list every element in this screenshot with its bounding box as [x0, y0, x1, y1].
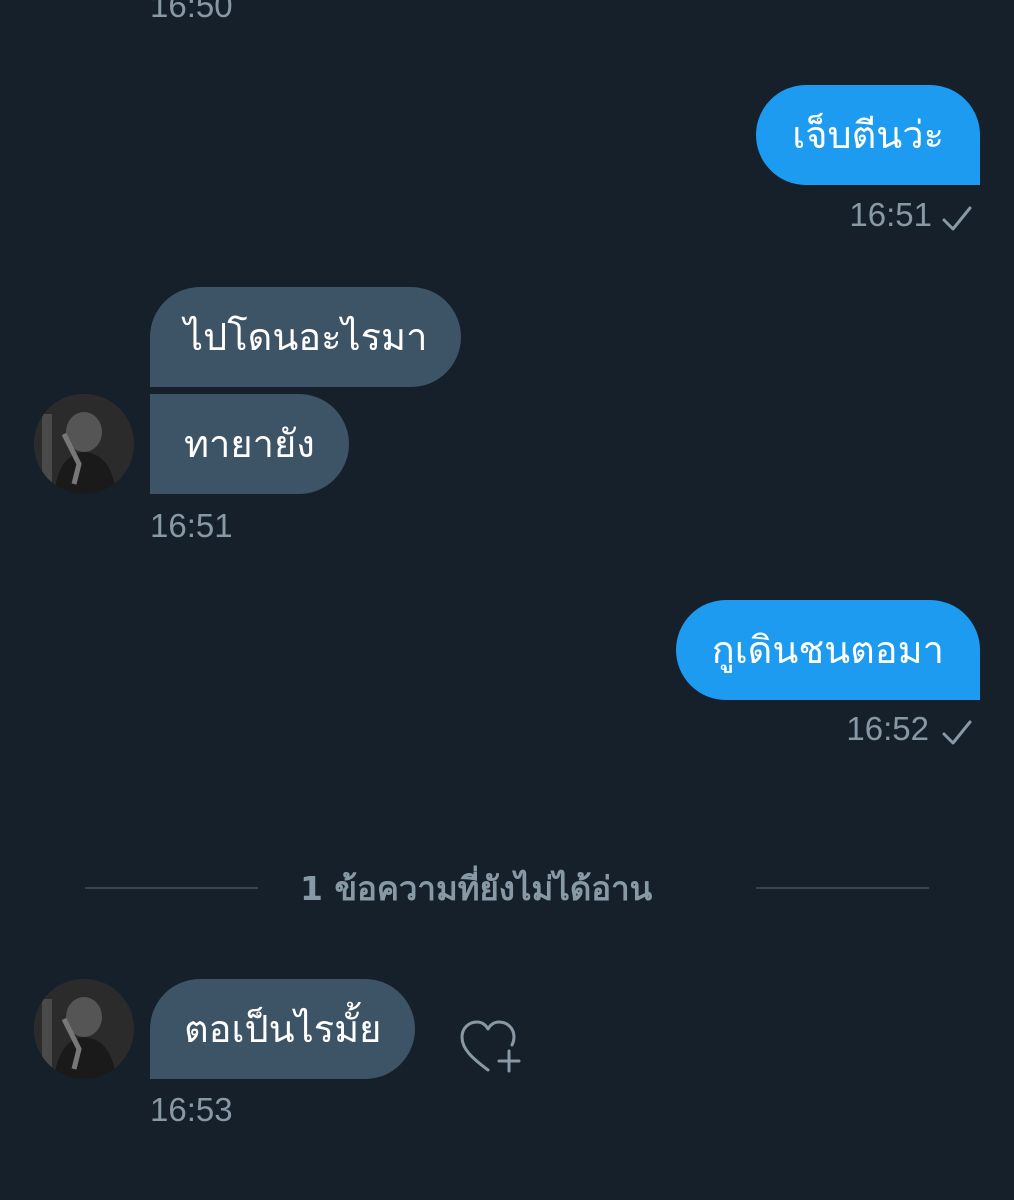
divider-line: [85, 887, 258, 889]
avatar[interactable]: [34, 979, 134, 1079]
heart-plus-icon[interactable]: [458, 1018, 522, 1076]
received-message-bubble[interactable]: ตอเป็นไรมั้ย: [150, 979, 416, 1079]
message-timestamp: 16:50: [150, 0, 233, 24]
sent-check-icon: [942, 720, 972, 745]
message-timestamp: 16:51: [849, 196, 932, 233]
received-message-bubble[interactable]: ไปโดนอะไรมา: [150, 287, 462, 387]
message-timestamp: 16:52: [846, 710, 929, 747]
received-message-bubble[interactable]: ทายายัง: [150, 394, 349, 494]
message-timestamp: 16:53: [150, 1091, 233, 1128]
avatar-photo: [34, 979, 134, 1079]
sent-check-icon: [942, 206, 972, 231]
message-timestamp: 16:51: [150, 507, 233, 544]
avatar[interactable]: [34, 394, 134, 494]
sent-message-bubble[interactable]: กูเดินชนตอมา: [675, 600, 980, 700]
unread-messages-divider: 1 ข้อความที่ยังไม่ได้อ่าน: [300, 869, 653, 908]
sent-message-bubble[interactable]: เจ็บตีนว่ะ: [756, 85, 980, 185]
divider-line: [756, 887, 929, 889]
avatar-photo: [34, 394, 134, 494]
